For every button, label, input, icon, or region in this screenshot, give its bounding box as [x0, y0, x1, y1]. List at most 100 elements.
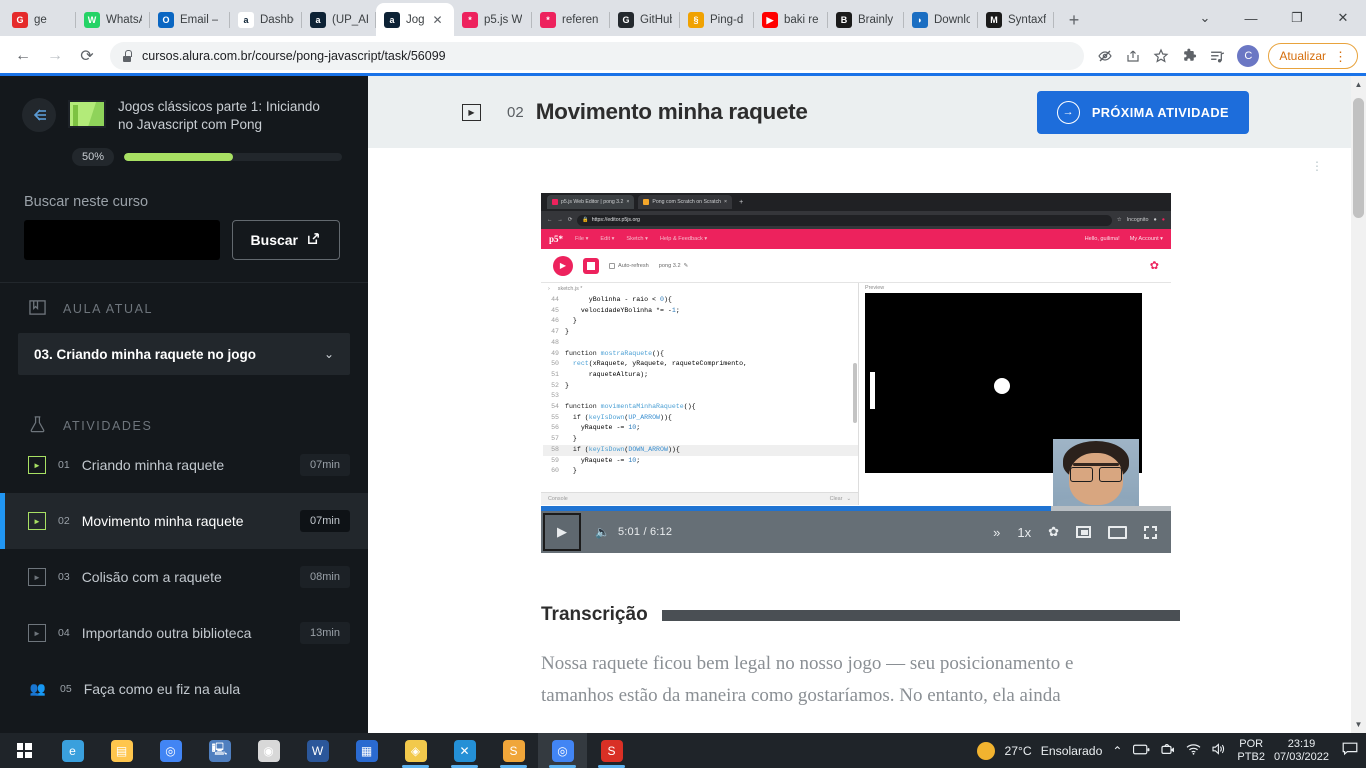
chrome-icon[interactable]: ◎	[146, 733, 195, 768]
vscode-icon[interactable]: ✕	[440, 733, 489, 768]
video-progress-fill	[541, 506, 1052, 511]
collapse-sidebar-button[interactable]	[22, 98, 56, 132]
paint-3d-icon[interactable]: ◈	[391, 733, 440, 768]
tray-expand-icon[interactable]: ⌃	[1111, 744, 1123, 758]
video-player[interactable]: p5.js Web Editor | pong 3.2 × Pong com Scr…	[541, 193, 1171, 553]
p5-autorefresh-label: Auto-refresh	[618, 262, 649, 269]
address-bar[interactable]: cursos.alura.com.br/course/pong-javascri…	[110, 42, 1085, 70]
next-activity-button[interactable]: → PRÓXIMA ATIVIDADE	[1036, 90, 1249, 134]
play-button[interactable]: ▶	[543, 513, 581, 551]
display-icon[interactable]: ▦	[342, 733, 391, 768]
camera-icon[interactable]	[1160, 743, 1176, 758]
playback-speed-button[interactable]: 1x	[1017, 525, 1031, 540]
scroll-down-icon[interactable]: ▼	[1351, 716, 1366, 733]
p5-preview-label: Preview	[865, 285, 885, 291]
search-button[interactable]: Buscar	[231, 220, 340, 261]
browser-tab[interactable]: a Dashbo	[230, 4, 302, 36]
activity-item[interactable]: ► 01 Criando minha raquete 07min	[0, 437, 368, 493]
eye-off-icon[interactable]	[1092, 43, 1118, 69]
star-icon[interactable]	[1148, 43, 1174, 69]
browser-tab[interactable]: § Ping-d	[680, 4, 754, 36]
extensions-icon[interactable]	[1176, 43, 1202, 69]
back-icon[interactable]: ←	[8, 41, 38, 71]
start-button[interactable]	[0, 733, 48, 768]
fullscreen-icon[interactable]	[1144, 525, 1157, 539]
paint-3d-icon-glyph: ◈	[404, 739, 427, 762]
update-button[interactable]: Atualizar ⋮	[1268, 43, 1358, 69]
minimize-button[interactable]: —	[1228, 2, 1274, 34]
edge-icon[interactable]: e	[48, 733, 97, 768]
activity-item[interactable]: ► 04 Importando outra biblioteca 13min	[0, 605, 368, 661]
browser-tab[interactable]: ▶ baki re	[754, 4, 828, 36]
reading-list-icon[interactable]	[1204, 43, 1230, 69]
picture-in-picture-icon[interactable]	[1076, 526, 1091, 538]
word-icon[interactable]: W	[293, 733, 342, 768]
code-text: yRaquete -= 10;	[565, 424, 641, 432]
browser-tab[interactable]: a (UP_AR	[302, 4, 376, 36]
code-line: 54 function movimentaMinhaRaquete(){	[543, 402, 858, 413]
fast-forward-icon[interactable]: »	[993, 525, 1000, 540]
explorer-icon[interactable]: ▤	[97, 733, 146, 768]
close-window-button[interactable]: ✕	[1320, 2, 1366, 34]
browser-tab[interactable]: * p5.js W	[454, 4, 532, 36]
volume-icon[interactable]	[1211, 743, 1228, 758]
alura-icon: a	[384, 11, 400, 28]
activity-item[interactable]: ► 03 Colisão com a raquete 08min	[0, 549, 368, 605]
code-line: 53	[543, 391, 858, 402]
browser-tab[interactable]: * referen	[532, 4, 610, 36]
scroll-up-icon[interactable]: ▲	[1351, 76, 1366, 93]
activity-item[interactable]: ► 02 Movimento minha raquete 07min	[0, 493, 368, 550]
forward-icon[interactable]: →	[40, 41, 70, 71]
close-icon[interactable]: ✕	[433, 14, 443, 26]
sublime-icon[interactable]: S	[489, 733, 538, 768]
vscode-icon-glyph: ✕	[453, 739, 476, 762]
browser-tab[interactable]: W WhatsA	[76, 4, 150, 36]
wifi-icon[interactable]	[1185, 743, 1202, 758]
search-row: Buscar	[0, 210, 368, 261]
battery-icon[interactable]	[1132, 744, 1151, 758]
chrome-active-icon-glyph: ◎	[551, 739, 574, 762]
current-lesson-dropdown[interactable]: 03. Criando minha raquete no jogo ⌄	[18, 333, 350, 376]
browser-tab[interactable]: G GitHub	[610, 4, 680, 36]
browser-tab[interactable]: a Jog ✕	[376, 3, 454, 36]
activity-item[interactable]: 👥 05 Faça como eu fiz na aula	[0, 661, 368, 717]
tab-title: Jog	[406, 13, 425, 26]
code-text: yBolinha - raio < 0){	[565, 296, 672, 303]
remote-desktop-icon[interactable]: 🖳	[195, 733, 244, 768]
browser-tab[interactable]: O Email –	[150, 4, 230, 36]
gear-icon[interactable]: ✿	[1048, 524, 1059, 540]
language-indicator[interactable]: POR PTB2	[1237, 738, 1265, 764]
browser-tab[interactable]: B Brainly	[828, 4, 904, 36]
search-button-label: Buscar	[250, 232, 298, 249]
video-icon: ▶	[462, 103, 481, 121]
page-scrollbar[interactable]: ▲ ▼	[1351, 76, 1366, 733]
obs-icon[interactable]: ◉	[244, 733, 293, 768]
code-text: if (keyIsDown(UP_ARROW)){	[572, 413, 672, 421]
notification-icon[interactable]	[1338, 742, 1358, 759]
volume-icon[interactable]: 🔈	[585, 525, 618, 539]
clock[interactable]: 23:19 07/03/2022	[1274, 738, 1329, 764]
browser-chrome: GgeWWhatsAOEmail –aDashboa(UP_AR a Jog ✕ *p5…	[0, 0, 1366, 76]
video-progress-bar[interactable]	[541, 506, 1171, 511]
browser-menu-icon[interactable]: ⋮	[1334, 50, 1347, 63]
browser-tab[interactable]: M Syntaxf	[978, 4, 1054, 36]
code-line: 49 function mostraRaquete(){	[543, 349, 858, 360]
browser-tab[interactable]: ◗ Downlo	[904, 4, 978, 36]
theater-mode-icon[interactable]	[1108, 525, 1127, 539]
tab-search-icon[interactable]: ⌄	[1182, 2, 1228, 34]
card-menu-icon[interactable]: ⋮	[1310, 160, 1324, 173]
chevron-right-icon: ›	[548, 286, 550, 292]
scrollbar-thumb[interactable]	[1353, 98, 1364, 218]
reload-icon[interactable]: ⟳	[72, 41, 102, 71]
profile-avatar[interactable]: C	[1237, 45, 1260, 67]
chrome-active-icon[interactable]: ◎	[538, 733, 587, 768]
video-icon: ►	[28, 456, 46, 475]
maximize-button[interactable]: ❐	[1274, 2, 1320, 34]
checkbox-icon	[609, 262, 615, 269]
new-tab-button[interactable]: +	[1060, 6, 1088, 34]
browser-tab[interactable]: Gge	[4, 4, 76, 36]
line-number: 57	[551, 435, 559, 443]
search-input[interactable]	[24, 220, 220, 261]
autohotkey-icon[interactable]: S	[587, 733, 636, 768]
share-icon[interactable]	[1120, 43, 1146, 69]
